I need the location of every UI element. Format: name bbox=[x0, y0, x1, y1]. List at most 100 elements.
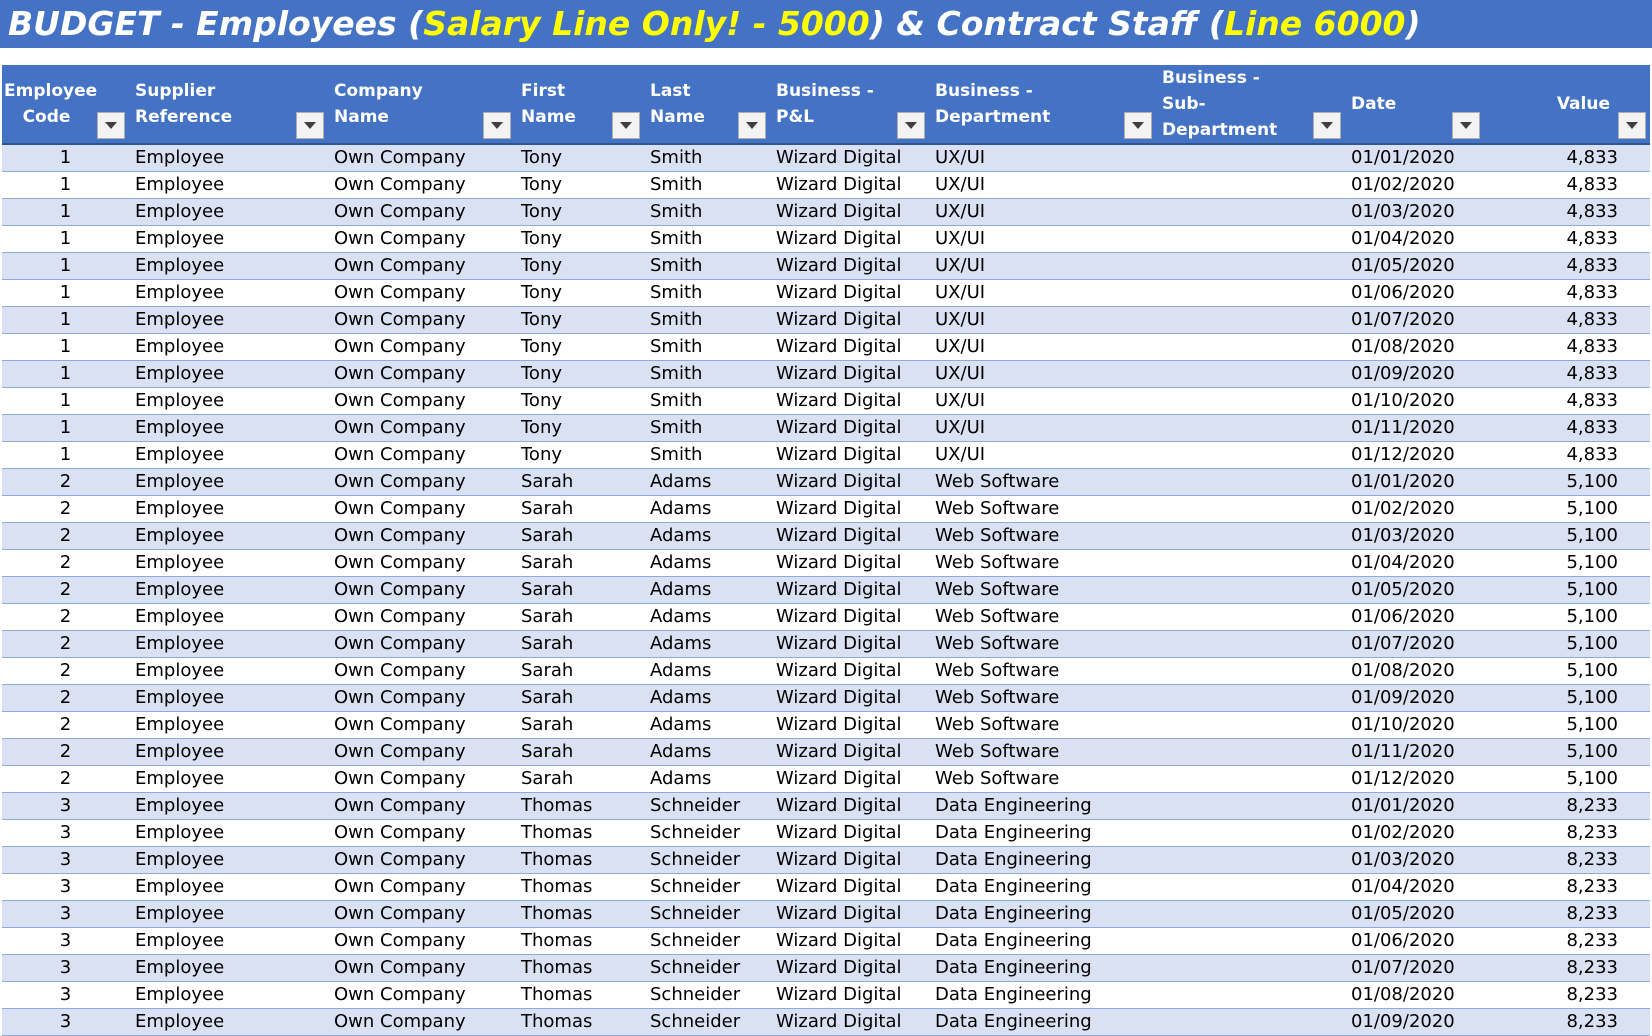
cell-value[interactable]: 4,833 bbox=[1484, 279, 1650, 307]
cell-last-name[interactable]: Smith bbox=[644, 171, 770, 199]
cell-business-department[interactable]: UX/UI bbox=[929, 387, 1156, 415]
cell-supplier-reference[interactable]: Employee bbox=[129, 819, 328, 847]
cell-business-pl[interactable]: Wizard Digital bbox=[770, 306, 929, 334]
cell-company-name[interactable]: Own Company bbox=[328, 792, 515, 820]
cell-employee-code[interactable]: 1 bbox=[2, 252, 129, 280]
cell-business-pl[interactable]: Wizard Digital bbox=[770, 414, 929, 442]
cell-value[interactable]: 4,833 bbox=[1484, 171, 1650, 199]
cell-first-name[interactable]: Sarah bbox=[515, 657, 644, 685]
cell-value[interactable]: 8,233 bbox=[1484, 1008, 1650, 1036]
cell-business-sub-department[interactable] bbox=[1156, 171, 1345, 199]
cell-business-sub-department[interactable] bbox=[1156, 198, 1345, 226]
cell-last-name[interactable]: Schneider bbox=[644, 981, 770, 1009]
cell-last-name[interactable]: Smith bbox=[644, 333, 770, 361]
cell-company-name[interactable]: Own Company bbox=[328, 873, 515, 901]
cell-value[interactable]: 5,100 bbox=[1484, 603, 1650, 631]
cell-business-sub-department[interactable] bbox=[1156, 603, 1345, 631]
cell-supplier-reference[interactable]: Employee bbox=[129, 522, 328, 550]
cell-supplier-reference[interactable]: Employee bbox=[129, 765, 328, 793]
cell-date[interactable]: 01/11/2020 bbox=[1345, 738, 1484, 766]
cell-last-name[interactable]: Adams bbox=[644, 468, 770, 496]
cell-first-name[interactable]: Thomas bbox=[515, 846, 644, 874]
cell-first-name[interactable]: Sarah bbox=[515, 495, 644, 523]
cell-employee-code[interactable]: 1 bbox=[2, 441, 129, 469]
cell-value[interactable]: 5,100 bbox=[1484, 468, 1650, 496]
cell-business-department[interactable]: UX/UI bbox=[929, 414, 1156, 442]
cell-last-name[interactable]: Smith bbox=[644, 306, 770, 334]
cell-last-name[interactable]: Adams bbox=[644, 765, 770, 793]
cell-first-name[interactable]: Tony bbox=[515, 387, 644, 415]
cell-supplier-reference[interactable]: Employee bbox=[129, 225, 328, 253]
cell-business-department[interactable]: UX/UI bbox=[929, 225, 1156, 253]
cell-supplier-reference[interactable]: Employee bbox=[129, 846, 328, 874]
cell-first-name[interactable]: Sarah bbox=[515, 630, 644, 658]
cell-employee-code[interactable]: 1 bbox=[2, 360, 129, 388]
cell-date[interactable]: 01/05/2020 bbox=[1345, 252, 1484, 280]
cell-employee-code[interactable]: 1 bbox=[2, 306, 129, 334]
cell-employee-code[interactable]: 2 bbox=[2, 711, 129, 739]
cell-business-pl[interactable]: Wizard Digital bbox=[770, 792, 929, 820]
cell-supplier-reference[interactable]: Employee bbox=[129, 630, 328, 658]
cell-business-department[interactable]: Web Software bbox=[929, 711, 1156, 739]
cell-last-name[interactable]: Adams bbox=[644, 495, 770, 523]
cell-business-sub-department[interactable] bbox=[1156, 792, 1345, 820]
cell-business-pl[interactable]: Wizard Digital bbox=[770, 576, 929, 604]
cell-business-pl[interactable]: Wizard Digital bbox=[770, 630, 929, 658]
cell-company-name[interactable]: Own Company bbox=[328, 414, 515, 442]
filter-button[interactable] bbox=[97, 112, 125, 139]
cell-business-pl[interactable]: Wizard Digital bbox=[770, 657, 929, 685]
cell-last-name[interactable]: Adams bbox=[644, 522, 770, 550]
cell-value[interactable]: 5,100 bbox=[1484, 711, 1650, 739]
cell-business-department[interactable]: Web Software bbox=[929, 468, 1156, 496]
cell-supplier-reference[interactable]: Employee bbox=[129, 603, 328, 631]
cell-last-name[interactable]: Schneider bbox=[644, 954, 770, 982]
cell-employee-code[interactable]: 3 bbox=[2, 954, 129, 982]
cell-date[interactable]: 01/04/2020 bbox=[1345, 225, 1484, 253]
cell-employee-code[interactable]: 2 bbox=[2, 495, 129, 523]
cell-company-name[interactable]: Own Company bbox=[328, 306, 515, 334]
cell-value[interactable]: 5,100 bbox=[1484, 495, 1650, 523]
cell-date[interactable]: 01/05/2020 bbox=[1345, 900, 1484, 928]
cell-first-name[interactable]: Thomas bbox=[515, 1008, 644, 1036]
cell-business-pl[interactable]: Wizard Digital bbox=[770, 360, 929, 388]
cell-date[interactable]: 01/02/2020 bbox=[1345, 495, 1484, 523]
cell-last-name[interactable]: Schneider bbox=[644, 846, 770, 874]
cell-value[interactable]: 5,100 bbox=[1484, 549, 1650, 577]
cell-supplier-reference[interactable]: Employee bbox=[129, 387, 328, 415]
cell-business-sub-department[interactable] bbox=[1156, 414, 1345, 442]
cell-employee-code[interactable]: 1 bbox=[2, 225, 129, 253]
cell-company-name[interactable]: Own Company bbox=[328, 981, 515, 1009]
cell-date[interactable]: 01/03/2020 bbox=[1345, 522, 1484, 550]
cell-company-name[interactable]: Own Company bbox=[328, 711, 515, 739]
cell-business-pl[interactable]: Wizard Digital bbox=[770, 495, 929, 523]
cell-company-name[interactable]: Own Company bbox=[328, 171, 515, 199]
cell-last-name[interactable]: Schneider bbox=[644, 792, 770, 820]
cell-company-name[interactable]: Own Company bbox=[328, 522, 515, 550]
cell-business-department[interactable]: Data Engineering bbox=[929, 846, 1156, 874]
cell-business-department[interactable]: Web Software bbox=[929, 630, 1156, 658]
cell-employee-code[interactable]: 2 bbox=[2, 684, 129, 712]
cell-business-sub-department[interactable] bbox=[1156, 252, 1345, 280]
cell-employee-code[interactable]: 3 bbox=[2, 846, 129, 874]
cell-business-pl[interactable]: Wizard Digital bbox=[770, 198, 929, 226]
cell-business-sub-department[interactable] bbox=[1156, 927, 1345, 955]
cell-business-department[interactable]: UX/UI bbox=[929, 252, 1156, 280]
cell-employee-code[interactable]: 1 bbox=[2, 414, 129, 442]
cell-last-name[interactable]: Adams bbox=[644, 738, 770, 766]
cell-business-sub-department[interactable] bbox=[1156, 279, 1345, 307]
cell-company-name[interactable]: Own Company bbox=[328, 576, 515, 604]
cell-business-department[interactable]: Data Engineering bbox=[929, 900, 1156, 928]
cell-supplier-reference[interactable]: Employee bbox=[129, 711, 328, 739]
cell-business-department[interactable]: Data Engineering bbox=[929, 819, 1156, 847]
cell-value[interactable]: 5,100 bbox=[1484, 657, 1650, 685]
cell-business-department[interactable]: Data Engineering bbox=[929, 873, 1156, 901]
cell-supplier-reference[interactable]: Employee bbox=[129, 873, 328, 901]
cell-value[interactable]: 8,233 bbox=[1484, 873, 1650, 901]
cell-business-sub-department[interactable] bbox=[1156, 819, 1345, 847]
cell-business-department[interactable]: Web Software bbox=[929, 549, 1156, 577]
cell-business-sub-department[interactable] bbox=[1156, 522, 1345, 550]
cell-employee-code[interactable]: 1 bbox=[2, 387, 129, 415]
cell-supplier-reference[interactable]: Employee bbox=[129, 927, 328, 955]
cell-business-sub-department[interactable] bbox=[1156, 738, 1345, 766]
cell-employee-code[interactable]: 3 bbox=[2, 981, 129, 1009]
